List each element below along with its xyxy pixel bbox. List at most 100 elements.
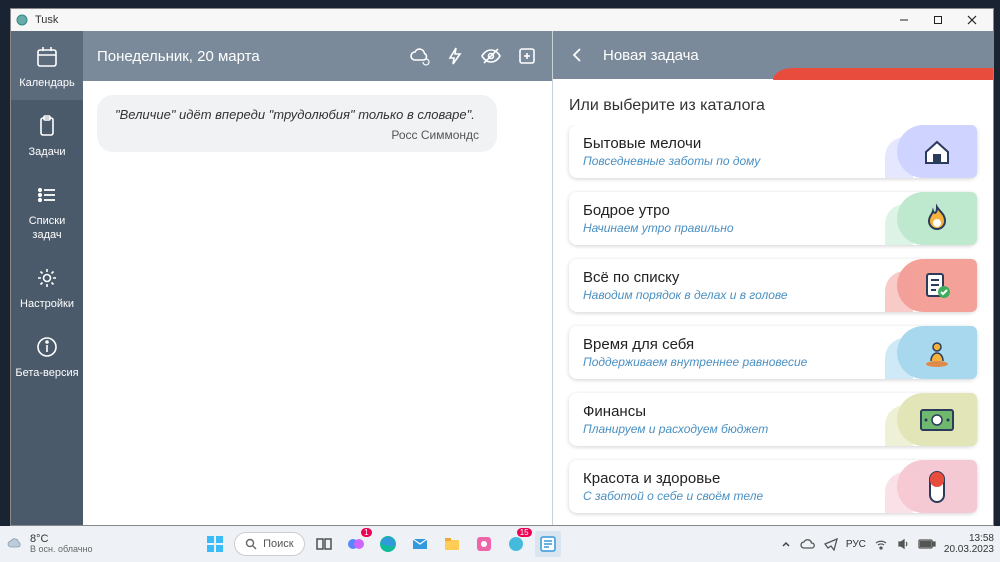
calendar-icon xyxy=(33,43,61,71)
banknote-icon xyxy=(919,408,955,432)
sidebar-label: Задачи xyxy=(29,146,66,159)
card-iconwrap xyxy=(897,125,977,178)
sidebar-item-lists[interactable]: Списки задач xyxy=(11,169,83,251)
checklist-icon xyxy=(921,270,953,302)
lightning-icon[interactable] xyxy=(444,45,466,67)
info-icon xyxy=(33,333,61,361)
sidebar-item-settings[interactable]: Настройки xyxy=(11,252,83,321)
telegram-icon[interactable] xyxy=(824,537,838,551)
back-button[interactable] xyxy=(567,45,587,65)
search-label: Поиск xyxy=(263,538,293,550)
taskbar-clock[interactable]: 13:58 20.03.2023 xyxy=(944,533,994,555)
taskbar-weather[interactable]: 8°C В осн. облачно xyxy=(6,534,92,554)
right-column: Новая задача Или выберите из каталога Бы… xyxy=(553,31,993,525)
catalog-card-finance[interactable]: Финансы Планируем и расходуем бюджет xyxy=(569,393,977,446)
catalog-list: Бытовые мелочи Повседневные заботы по до… xyxy=(553,125,993,525)
main-area: Понедельник, 20 марта xyxy=(83,31,993,525)
quote-text: "Величие" идёт впереди "трудолюбия" толь… xyxy=(115,107,479,122)
flame-icon xyxy=(921,203,953,235)
badge: 15 xyxy=(517,528,532,537)
weather-desc: В осн. облачно xyxy=(30,545,92,554)
onedrive-icon[interactable] xyxy=(800,538,816,550)
search-icon xyxy=(245,538,257,550)
edge-icon[interactable] xyxy=(375,531,401,557)
maximize-button[interactable] xyxy=(921,9,955,31)
start-button[interactable] xyxy=(202,531,228,557)
window-title: Tusk xyxy=(35,14,58,26)
titlebar: Tusk xyxy=(11,9,993,31)
clock-date: 20.03.2023 xyxy=(944,544,994,555)
gear-icon xyxy=(33,264,61,292)
language-indicator[interactable]: РУС xyxy=(846,539,866,550)
sidebar-label: Календарь xyxy=(19,77,75,90)
card-iconwrap xyxy=(897,460,977,513)
card-title: Всё по списку xyxy=(583,269,897,286)
wifi-icon[interactable] xyxy=(874,537,888,551)
panel-title: Новая задача xyxy=(603,47,699,64)
sidebar-label: Настройки xyxy=(20,298,74,311)
card-title: Время для себя xyxy=(583,336,897,353)
left-column: Понедельник, 20 марта xyxy=(83,31,553,525)
house-icon xyxy=(920,135,954,169)
list-icon xyxy=(33,181,61,209)
right-header: Новая задача xyxy=(553,31,993,79)
taskbar-tray: РУС 13:58 20.03.2023 xyxy=(780,533,994,555)
cloud-sync-icon[interactable] xyxy=(408,45,430,67)
add-task-icon[interactable] xyxy=(516,45,538,67)
chat-icon[interactable]: 1 xyxy=(343,531,369,557)
chevron-up-icon[interactable] xyxy=(780,538,792,550)
mail-icon[interactable] xyxy=(407,531,433,557)
sidebar-item-tasks[interactable]: Задачи xyxy=(11,100,83,169)
card-title: Бытовые мелочи xyxy=(583,135,897,152)
taskbar: 8°C В осн. облачно Поиск 1 xyxy=(0,526,1000,562)
sidebar-item-beta[interactable]: Бета-версия xyxy=(11,321,83,390)
card-subtitle: Наводим порядок в делах и в голове xyxy=(583,288,897,302)
badge: 1 xyxy=(361,528,371,537)
taskview-icon[interactable] xyxy=(311,531,337,557)
card-subtitle: Поддерживаем внутреннее равновесие xyxy=(583,355,897,369)
catalog-card-self[interactable]: Время для себя Поддерживаем внутреннее р… xyxy=(569,326,977,379)
catalog-heading: Или выберите из каталога xyxy=(553,79,993,125)
card-iconwrap xyxy=(897,259,977,312)
sidebar-item-calendar[interactable]: Календарь xyxy=(11,31,83,100)
catalog-card-household[interactable]: Бытовые мелочи Повседневные заботы по до… xyxy=(569,125,977,178)
card-iconwrap xyxy=(897,326,977,379)
card-subtitle: Планируем и расходуем бюджет xyxy=(583,422,897,436)
quote-area: "Величие" идёт впереди "трудолюбия" толь… xyxy=(83,81,552,166)
sidebar: Календарь Задачи Списки задач Настройки xyxy=(11,31,83,525)
sidebar-label: Бета-версия xyxy=(15,367,78,380)
explorer-icon[interactable] xyxy=(439,531,465,557)
clipboard-icon xyxy=(33,112,61,140)
app-window: Tusk Календарь Задачи xyxy=(10,8,994,526)
close-button[interactable] xyxy=(955,9,989,31)
left-header: Понедельник, 20 марта xyxy=(83,31,552,81)
clock-time: 13:58 xyxy=(969,533,994,544)
meditation-icon xyxy=(921,337,953,369)
app-icon xyxy=(15,13,29,27)
app-body: Календарь Задачи Списки задач Настройки xyxy=(11,31,993,525)
card-title: Бодрое утро xyxy=(583,202,897,219)
card-iconwrap xyxy=(897,192,977,245)
taskbar-search[interactable]: Поиск xyxy=(234,532,304,556)
minimize-button[interactable] xyxy=(887,9,921,31)
battery-icon[interactable] xyxy=(918,538,936,550)
sidebar-label: Списки задач xyxy=(13,215,81,241)
app-icon-blue[interactable]: 15 xyxy=(503,531,529,557)
current-date: Понедельник, 20 марта xyxy=(97,48,260,65)
quote-bubble: "Величие" идёт впереди "трудолюбия" толь… xyxy=(97,95,497,152)
tusk-taskbar-icon[interactable] xyxy=(535,531,561,557)
catalog-card-morning[interactable]: Бодрое утро Начинаем утро правильно xyxy=(569,192,977,245)
catalog-card-health[interactable]: Красота и здоровье С заботой о себе и св… xyxy=(569,460,977,513)
volume-icon[interactable] xyxy=(896,537,910,551)
weather-icon xyxy=(6,535,24,553)
card-title: Финансы xyxy=(583,403,897,420)
pill-icon xyxy=(926,470,948,504)
catalog-card-list[interactable]: Всё по списку Наводим порядок в делах и … xyxy=(569,259,977,312)
app-icon-pink[interactable] xyxy=(471,531,497,557)
card-subtitle: Повседневные заботы по дому xyxy=(583,154,897,168)
card-subtitle: С заботой о себе и своём теле xyxy=(583,489,897,503)
card-title: Красота и здоровье xyxy=(583,470,897,487)
header-accent xyxy=(773,68,993,80)
quote-author: Росс Симмондс xyxy=(115,128,479,142)
eye-off-icon[interactable] xyxy=(480,45,502,67)
